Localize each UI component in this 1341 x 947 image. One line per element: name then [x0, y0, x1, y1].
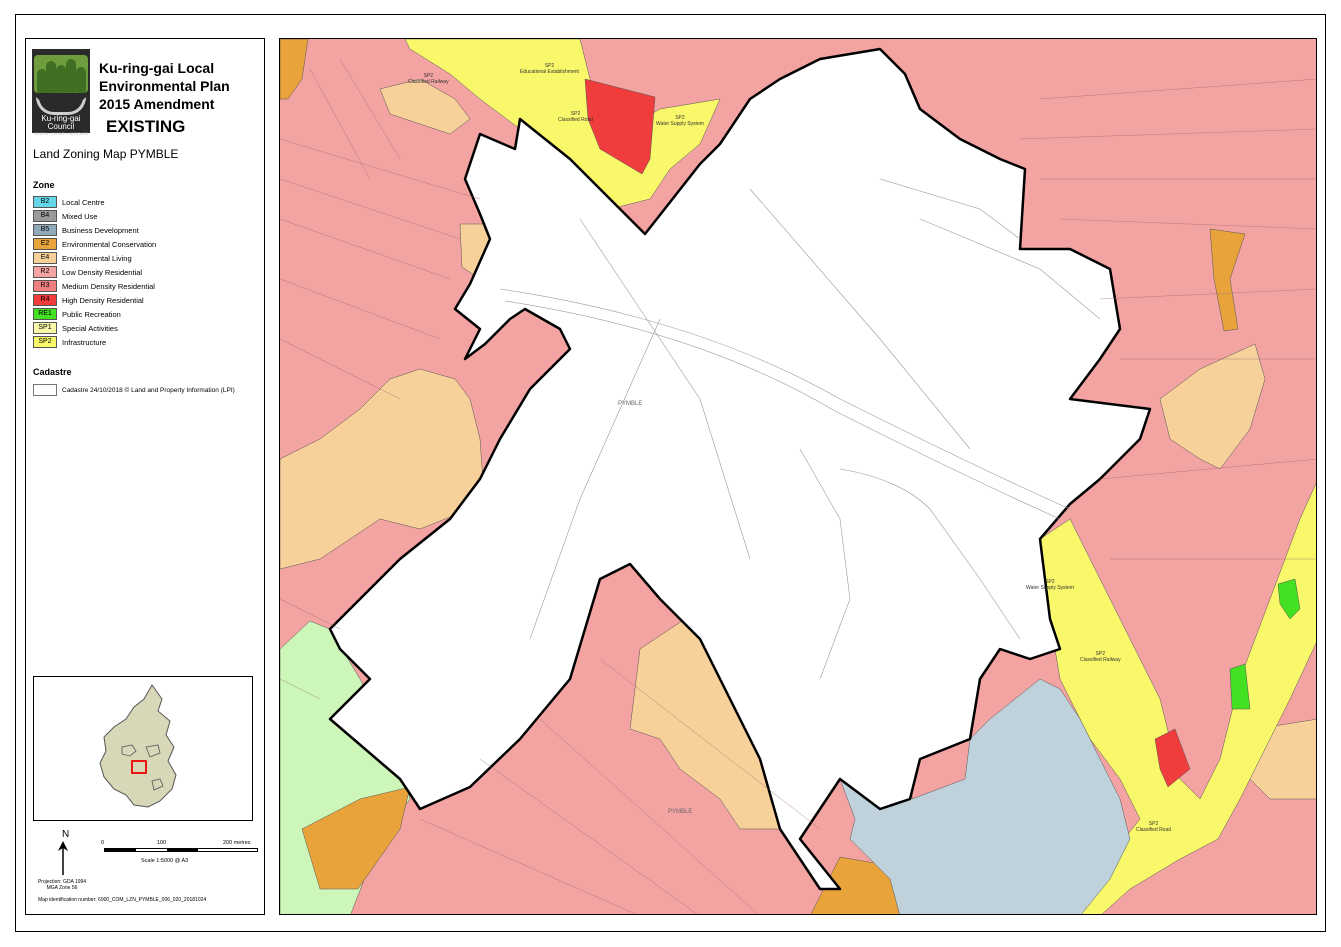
logo-name: Ku-ring-gai Council: [41, 114, 81, 131]
map-identification-number: Map identification number: 6900_COM_LZN_…: [38, 897, 207, 903]
zone-label: Local Centre: [62, 197, 105, 207]
map-name: Land Zoning Map PYMBLE: [33, 147, 179, 161]
scale-text: Scale 1:5000 @ A3: [141, 858, 189, 864]
scale-tick-200: 200 metres: [223, 840, 251, 846]
zone-swatch: E2: [33, 238, 57, 250]
zone-label: Medium Density Residential: [62, 281, 155, 291]
zone-label: Environmental Living: [62, 253, 132, 263]
zone-swatch: E4: [33, 252, 57, 264]
title-line-1: Ku-ring-gai Local: [99, 60, 215, 76]
zoning-map[interactable]: SP2 Classified Railway SP2 Educational Est…: [279, 38, 1317, 915]
logo-tagline: GREEN • LIVING • HERITAGE: [33, 131, 89, 136]
legend-panel: Ku-ring-gai Council GREEN • LIVING • HERI…: [25, 38, 265, 915]
title-line-3: 2015 Amendment: [99, 96, 215, 112]
zone-row-b5: B5 Business Development: [33, 223, 156, 237]
cadastre-row: Cadastre 24/10/2018 © Land and Property …: [33, 384, 235, 396]
zone-swatch: SP2: [33, 336, 57, 348]
locator-inset-map: [33, 676, 253, 821]
map-status: EXISTING: [106, 117, 186, 136]
label-pymble-south: PYMBLE: [668, 809, 693, 815]
zone-label: High Density Residential: [62, 295, 144, 305]
cadastre-heading: Cadastre: [33, 367, 72, 377]
logo-arc: [36, 97, 86, 115]
zone-label: Public Recreation: [62, 309, 121, 319]
zone-swatch: R2: [33, 266, 57, 278]
label-sp2-road-se: SP2 Classified Road: [1136, 821, 1172, 833]
label-sp2-water-n: SP2 Water Supply System: [656, 115, 704, 127]
zone-swatch: R4: [33, 294, 57, 306]
zone-row-sp2: SP2 Infrastructure: [33, 335, 156, 349]
council-logo: Ku-ring-gai Council GREEN • LIVING • HERI…: [32, 49, 90, 136]
zone-label: Low Density Residential: [62, 267, 143, 277]
zone-swatch: B4: [33, 210, 57, 222]
label-sp2-water-e: SP2 Water Supply System: [1026, 579, 1074, 591]
zone-label: Special Activities: [62, 323, 118, 333]
label-sp2-education: SP2 Educational Establishment: [520, 63, 579, 75]
zone-row-e4: E4 Environmental Living: [33, 251, 156, 265]
zone-label: Mixed Use: [62, 211, 98, 221]
label-sp2-road-n: SP2 Classified Road: [558, 111, 594, 123]
zone-row-sp1: SP1 Special Activities: [33, 321, 156, 335]
zone-swatch: RE1: [33, 308, 57, 320]
label-sp2-railway-e: SP2 Classified Railway: [1080, 651, 1121, 663]
projection-info: Projection: GDA 1994 MGA Zone 56: [37, 879, 87, 891]
zone-label: Infrastructure: [62, 337, 107, 347]
title-line-2: Environmental Plan: [99, 78, 230, 94]
zone-row-re1: RE1 Public Recreation: [33, 307, 156, 321]
north-label: N: [62, 829, 70, 840]
zoning-map-svg: [280, 39, 1316, 914]
zone-row-e2: E2 Environmental Conservation: [33, 237, 156, 251]
map-title: Ku-ring-gai Local Environmental Plan 201…: [99, 59, 264, 113]
north-arrow: N: [56, 829, 76, 879]
zone-swatch: B2: [33, 196, 57, 208]
cadastre-swatch: [33, 384, 57, 396]
label-pymble-centre: PYMBLE: [618, 401, 643, 407]
scale-bar: 0 100 200 metres Scale 1:5000 @ A3: [101, 829, 261, 879]
zone-row-b4: B4 Mixed Use: [33, 209, 156, 223]
zone-row-r2: R2 Low Density Residential: [33, 265, 156, 279]
zone-row-r3: R3 Medium Density Residential: [33, 279, 156, 293]
zone-heading: Zone: [33, 180, 55, 190]
scale-tick-0: 0: [101, 840, 105, 846]
zone-list: B2 Local Centre B4 Mixed Use B5 Business De…: [33, 195, 156, 349]
zone-swatch: R3: [33, 280, 57, 292]
zone-label: Environmental Conservation: [62, 239, 157, 249]
scale-tick-100: 100: [157, 840, 167, 846]
label-sp2-railway-nw: SP2 Classified Railway: [408, 73, 449, 85]
zone-row-b2: B2 Local Centre: [33, 195, 156, 209]
zone-swatch: SP1: [33, 322, 57, 334]
zone-swatch: B5: [33, 224, 57, 236]
zone-label: Business Development: [62, 225, 139, 235]
cadastre-label: Cadastre 24/10/2018 © Land and Property …: [62, 386, 235, 394]
logo-trees: [34, 55, 88, 93]
zone-row-r4: R4 High Density Residential: [33, 293, 156, 307]
scale-bar-graphic: [104, 848, 258, 852]
lga-outline: [99, 684, 177, 808]
